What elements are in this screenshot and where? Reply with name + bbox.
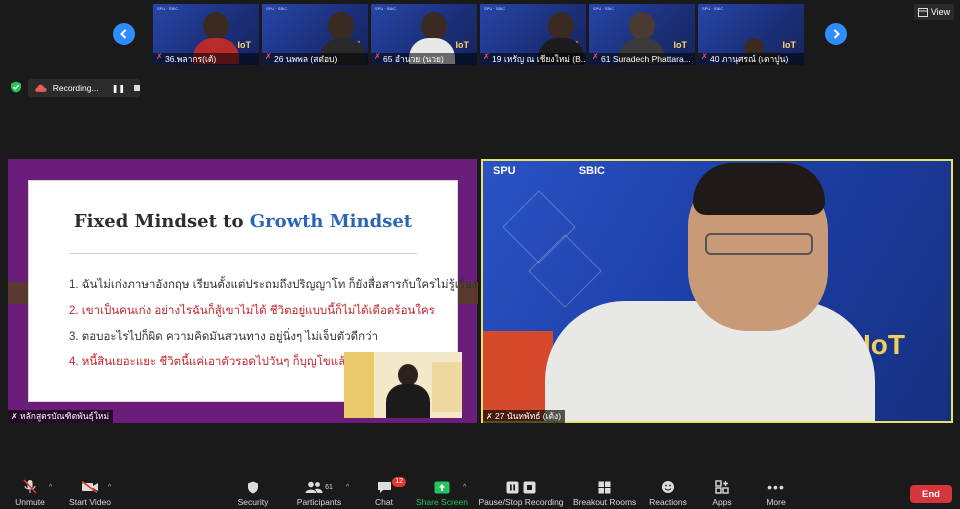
more-dots-icon: •••	[767, 479, 785, 495]
spu-logo: SPU	[493, 165, 516, 177]
participant-name: 26 นพพล (สต๋อบ)	[274, 54, 338, 64]
video-options-caret[interactable]: ^	[108, 484, 111, 491]
mic-muted-icon: ✗	[11, 412, 18, 421]
mic-muted-icon: ✗	[701, 53, 708, 61]
pause-icon	[506, 481, 519, 493]
reactions-button[interactable]: Reactions	[648, 479, 688, 507]
security-label: Security	[237, 497, 269, 507]
reactions-label: Reactions	[649, 497, 687, 507]
participant-name: 19 เหรัญ ณ เชียงใหม่ (B...	[492, 54, 586, 64]
presenter-name-tag: ✗ หลักสูตรบัณฑิตพันธุ์ใหม่	[8, 410, 114, 423]
slide-title: Fixed Mindset to Growth Mindset	[29, 211, 457, 232]
participants-label: Participants	[296, 497, 342, 507]
view-button[interactable]: View	[914, 4, 954, 20]
gallery-tile[interactable]: SPU · SBIC IoT ✗ 61 Suradech Phattara...	[589, 4, 695, 65]
end-meeting-button[interactable]: End	[910, 485, 952, 503]
participants-count: 61	[325, 483, 333, 491]
chevron-right-icon	[833, 29, 840, 39]
recording-indicator: Recording... ❚❚	[28, 79, 140, 97]
stop-recording-icon[interactable]	[134, 85, 140, 91]
presenter-pip-video	[344, 352, 462, 418]
active-speaker-video[interactable]: SPU SBIC IoT	[481, 159, 953, 423]
slide-list-item: 4. หนี้สินเยอะแยะ ชีวิตนี้แค่เอาตัวรอดไป…	[69, 356, 352, 368]
participants-icon	[305, 481, 323, 493]
audio-options-caret[interactable]: ^	[49, 484, 52, 491]
unmute-label: Unmute	[15, 497, 45, 507]
share-screen-icon	[434, 481, 450, 493]
mic-muted-icon: ✗	[265, 53, 272, 61]
slide-title-part: Fixed Mindset to	[73, 211, 250, 232]
recording-label: Recording...	[52, 83, 99, 93]
grid-view-icon	[917, 7, 928, 17]
speaker-name-tag: ✗ 27 นันทพัทธ์ (เต้ง)	[483, 410, 566, 423]
mic-muted-icon: ✗	[374, 53, 381, 61]
security-button[interactable]: Security	[233, 479, 273, 507]
chevron-left-icon	[120, 29, 127, 39]
breakout-rooms-button[interactable]: Breakout Rooms	[573, 479, 637, 507]
apps-label: Apps	[712, 497, 732, 507]
breakout-rooms-icon	[598, 481, 610, 493]
start-video-label: Start Video	[69, 497, 111, 507]
gallery-tile[interactable]: SPU · SBIC IoT ✗ 36.พลากร(เต้)	[153, 4, 259, 65]
apps-button[interactable]: Apps	[707, 479, 737, 507]
slide-title-highlight: Growth Mindset	[249, 211, 413, 232]
share-screen-label: Share Screen	[416, 497, 468, 507]
speaker-name: 27 นันทพัทธ์ (เต้ง)	[495, 411, 562, 421]
participant-name: 65 อำนวย (นวย)	[383, 54, 444, 64]
mic-icon: ✗	[486, 412, 493, 421]
chat-unread-badge: 12	[392, 477, 406, 487]
video-off-icon	[81, 481, 98, 493]
participant-name: 40 ภานุศรณ์ (เตาปูน)	[710, 54, 789, 64]
mic-muted-icon: ✗	[483, 53, 490, 61]
mic-muted-icon: ✗	[592, 53, 599, 61]
stop-icon	[523, 481, 536, 493]
more-button[interactable]: ••• More	[760, 479, 792, 507]
participant-name: 36.พลากร(เต้)	[165, 54, 217, 64]
share-screen-button[interactable]: Share Screen	[414, 479, 470, 507]
pause-stop-recording-button[interactable]: Pause/Stop Recording	[478, 479, 564, 507]
slide-list-item: 1. ฉันไม่เก่งภาษาอังกฤษ เรียนตั้งแต่ประถ…	[69, 279, 478, 291]
mic-muted-icon: ✗	[156, 53, 163, 61]
cloud-recording-icon	[35, 84, 47, 92]
slide-divider	[69, 253, 417, 254]
apps-icon	[715, 480, 729, 494]
participants-button[interactable]: 61 Participants	[293, 479, 345, 507]
gallery-tile[interactable]: SPU · SBIC IoT ✗ 65 อำนวย (นวย)	[371, 4, 477, 65]
security-shield-icon	[11, 81, 21, 93]
participant-name: 61 Suradech Phattara...	[601, 54, 691, 64]
chat-label: Chat	[375, 497, 393, 507]
microphone-muted-icon	[23, 479, 37, 494]
reactions-smiley-icon	[662, 481, 674, 493]
presenter-name: หลักสูตรบัณฑิตพันธุ์ใหม่	[20, 411, 110, 421]
participants-options-caret[interactable]: ^	[346, 484, 349, 491]
gallery-prev-button[interactable]	[113, 23, 135, 45]
slide-list-item: 2. เขาเป็นคนเก่ง อย่างไรฉันก็สู้เขาไม่ได…	[69, 305, 435, 317]
meeting-toolbar: Unmute ^ Start Video ^ Security 61 Parti…	[0, 476, 960, 509]
chat-bubble-icon	[377, 481, 391, 493]
gallery-tile[interactable]: SPU · SBICIoT ✗19 เหรัญ ณ เชียงใหม่ (B..…	[480, 4, 586, 65]
gallery-tile[interactable]: SPU · SBIC IoT ✗ 40 ภานุศรณ์ (เตาปูน)	[698, 4, 804, 65]
sbic-logo: SBIC	[578, 165, 605, 177]
more-label: More	[766, 497, 786, 507]
glasses	[705, 233, 813, 255]
share-options-caret[interactable]: ^	[463, 484, 466, 491]
slide-list-item: 3. ตอบอะไรไปก็ผิด ความคิดมันสวนทาง อยู่น…	[69, 331, 379, 343]
pause-recording-icon[interactable]: ❚❚	[112, 84, 125, 93]
start-video-button[interactable]: Start Video	[66, 479, 114, 507]
chat-button[interactable]: 12 Chat	[370, 477, 406, 507]
gallery-tile[interactable]: SPU · SBICIoT ✗26 นพพล (สต๋อบ)	[262, 4, 368, 65]
view-label: View	[930, 7, 951, 17]
breakout-rooms-label: Breakout Rooms	[573, 497, 637, 507]
gallery-next-button[interactable]	[825, 23, 847, 45]
record-label: Pause/Stop Recording	[478, 497, 564, 507]
shield-icon	[248, 481, 258, 493]
unmute-button[interactable]: Unmute	[10, 479, 50, 507]
